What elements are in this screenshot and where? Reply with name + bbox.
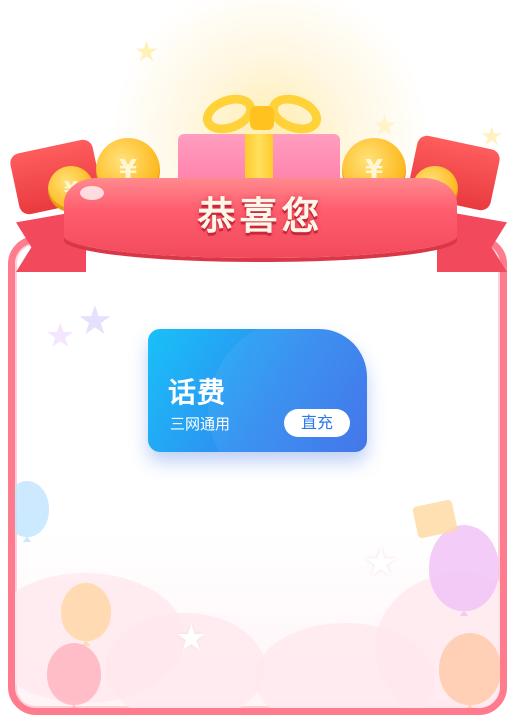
prize-dialog: ★ ★ ★ ★ ★ ★ ★ ¥ ¥ ¥ ¥ 恭喜您 <box>0 0 521 721</box>
prize-card-frame: ★ ★ ★ ★ <box>8 236 507 715</box>
balloon-icon <box>15 481 49 537</box>
star-icon: ★ <box>372 109 398 142</box>
voucher-subtitle: 三网通用 <box>170 415 231 433</box>
star-icon: ★ <box>45 316 76 356</box>
balloon-icon <box>429 525 499 611</box>
prize-voucher[interactable]: 话费 三网通用 直充 <box>148 329 367 452</box>
page-title: 恭喜您 <box>197 194 324 238</box>
direct-recharge-badge: 直充 <box>284 409 350 437</box>
star-icon: ★ <box>134 35 160 68</box>
star-icon: ★ <box>175 618 208 659</box>
star-icon: ★ <box>363 540 399 586</box>
balloon-icon <box>439 633 500 705</box>
voucher-title: 话费 <box>168 376 227 409</box>
balloon-icon <box>61 583 111 641</box>
balloon-icon <box>47 643 101 705</box>
star-icon: ★ <box>480 122 504 152</box>
gift-knot <box>250 106 274 130</box>
star-icon: ★ <box>77 298 113 344</box>
